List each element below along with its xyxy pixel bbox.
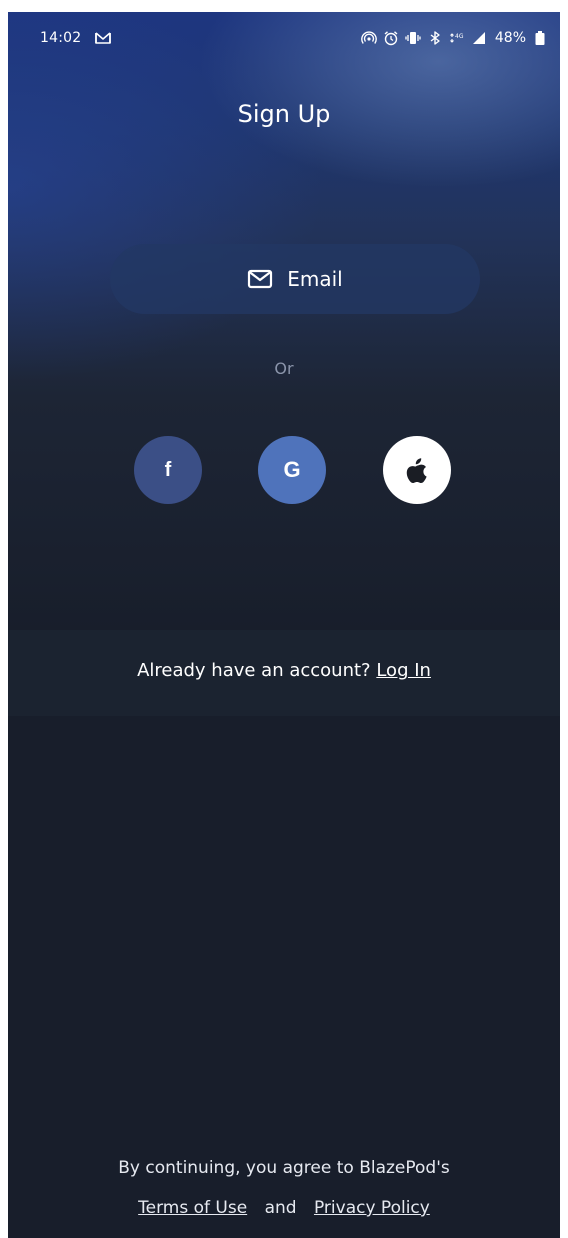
terms-of-use-link[interactable]: Terms of Use	[138, 1198, 247, 1218]
alarm-icon	[384, 31, 398, 46]
battery-percent: 48%	[494, 30, 526, 46]
login-prompt: Already have an account? Log In	[8, 660, 560, 681]
vibrate-icon	[405, 32, 421, 44]
or-divider-text: Or	[274, 359, 294, 378]
bluetooth-icon	[430, 31, 440, 45]
privacy-policy-link[interactable]: Privacy Policy	[314, 1198, 430, 1218]
hotspot-icon	[360, 31, 377, 44]
email-signup-button[interactable]: Email	[110, 244, 480, 314]
svg-text:4G: 4G	[455, 33, 464, 40]
sign-up-screen: 14:02 4G 48% Sign Up Email Or f G Alread…	[8, 12, 560, 1238]
status-bar: 14:02 4G 48%	[8, 12, 560, 68]
status-time: 14:02	[40, 30, 82, 46]
email-button-label: Email	[287, 267, 343, 291]
google-signup-button[interactable]: G	[258, 436, 326, 504]
login-link[interactable]: Log In	[376, 660, 431, 681]
battery-icon	[535, 31, 545, 45]
facebook-icon: f	[164, 458, 172, 481]
apple-signup-button[interactable]	[383, 436, 451, 504]
gmail-icon	[95, 32, 111, 44]
data-4g-icon: 4G	[449, 33, 464, 43]
apple-icon	[406, 458, 427, 483]
signal-icon	[472, 32, 485, 44]
legal-links: Terms of Use and Privacy Policy	[8, 1198, 560, 1218]
and-text: and	[264, 1198, 297, 1218]
login-prompt-text: Already have an account?	[137, 660, 371, 681]
facebook-signup-button[interactable]: f	[134, 436, 202, 504]
google-icon: G	[283, 457, 301, 482]
envelope-icon	[248, 269, 273, 289]
status-icons: 4G 48%	[360, 28, 548, 48]
terms-agreement-text: By continuing, you agree to BlazePod's	[118, 1158, 450, 1178]
page-title: Sign Up	[237, 100, 331, 128]
